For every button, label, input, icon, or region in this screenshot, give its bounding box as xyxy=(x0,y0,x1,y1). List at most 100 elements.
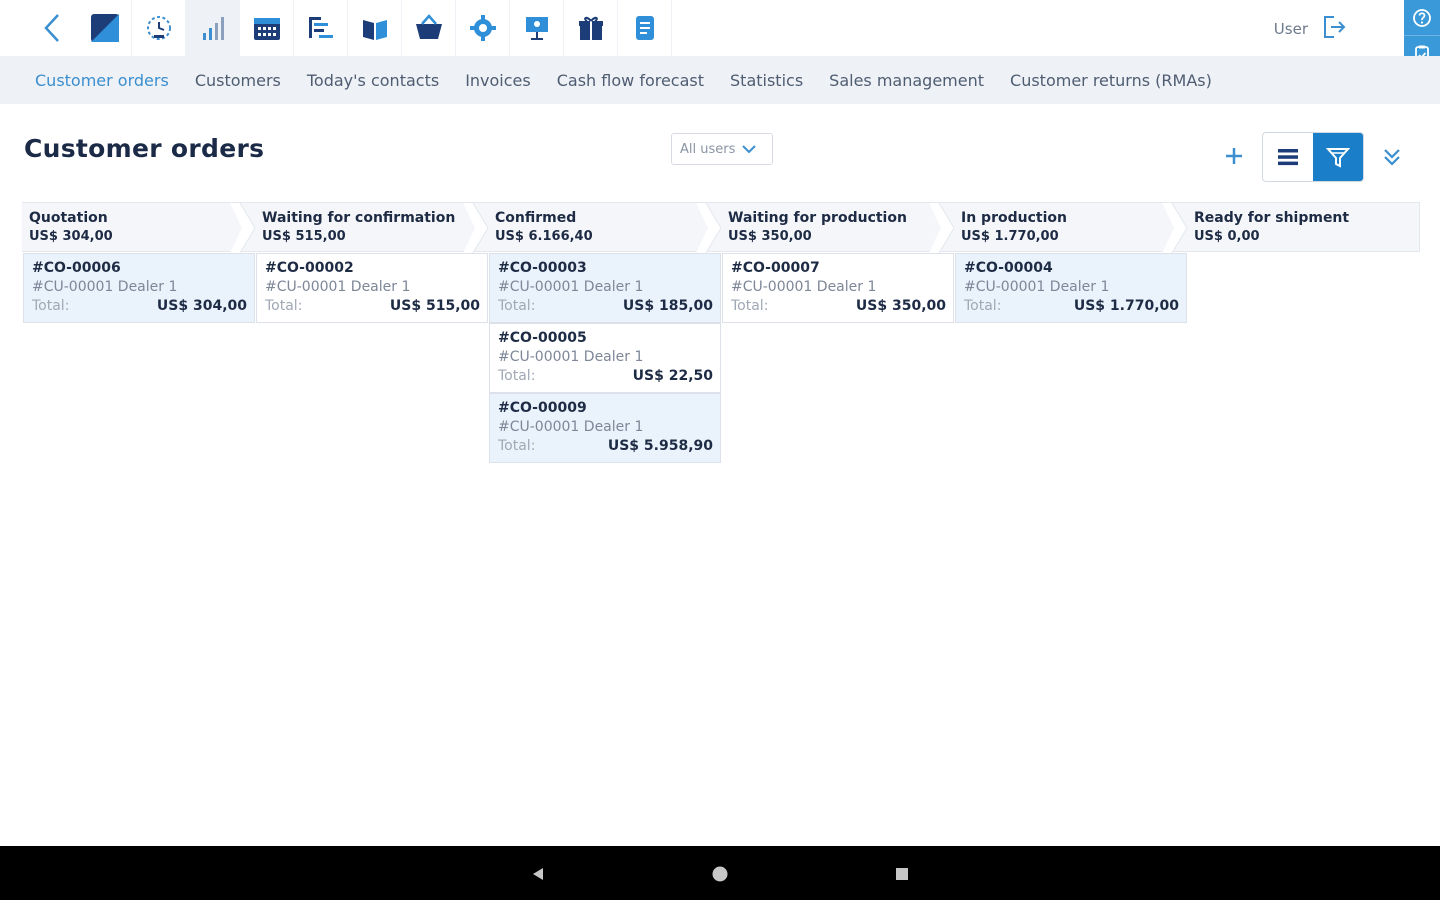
tab-customer-orders[interactable]: Customer orders xyxy=(22,71,182,90)
plus-icon xyxy=(1226,148,1242,164)
back-button[interactable] xyxy=(34,10,70,46)
order-code: #CO-00007 xyxy=(731,260,820,276)
order-card[interactable]: #CO-00003 #CU-00001 Dealer 1 Total: US$ … xyxy=(489,253,721,323)
user-area: User xyxy=(1274,14,1348,44)
module-calendar-button[interactable] xyxy=(240,0,294,56)
module-documents-button[interactable] xyxy=(618,0,672,56)
view-toggle-group xyxy=(1262,132,1364,182)
help-button[interactable] xyxy=(1404,0,1440,36)
stage-name: Ready for shipment xyxy=(1194,210,1350,226)
presentation-icon xyxy=(525,17,548,40)
order-customer: #CU-00001 Dealer 1 xyxy=(731,279,877,295)
stage-total: US$ 304,00 xyxy=(29,229,113,244)
order-total-label: Total: xyxy=(498,438,536,454)
home-circle-icon xyxy=(712,866,728,882)
document-icon xyxy=(635,16,654,40)
module-gifts-button[interactable] xyxy=(564,0,618,56)
dashboard-clock-icon xyxy=(146,16,171,40)
stage-arrow-icon xyxy=(929,203,955,253)
order-card[interactable]: #CO-00007 #CU-00001 Dealer 1 Total: US$ … xyxy=(722,253,954,323)
tab-todays-contacts[interactable]: Today's contacts xyxy=(294,71,452,90)
recents-square-icon xyxy=(896,868,908,880)
logout-button[interactable] xyxy=(1322,14,1348,44)
chevron-down-icon xyxy=(742,145,757,154)
tab-cash-flow-forecast[interactable]: Cash flow forecast xyxy=(544,71,717,90)
tab-customer-returns[interactable]: Customer returns (RMAs) xyxy=(997,71,1225,90)
stage-arrow-icon xyxy=(696,203,722,253)
order-card[interactable]: #CO-00002 #CU-00001 Dealer 1 Total: US$ … xyxy=(256,253,488,323)
stage-header-waiting-production[interactable]: Waiting for production US$ 350,00 xyxy=(721,202,955,253)
module-purchasing-button[interactable] xyxy=(402,0,456,56)
kanban-board: Quotation US$ 304,00 Waiting for confirm… xyxy=(22,202,1420,472)
calendar-icon xyxy=(253,18,280,40)
basket-icon xyxy=(415,14,442,39)
filter-button[interactable] xyxy=(1313,133,1363,181)
order-card[interactable]: #CO-00006 #CU-00001 Dealer 1 Total: US$ … xyxy=(23,253,255,323)
order-total-value: US$ 1.770,00 xyxy=(1073,298,1179,314)
module-presentation-button[interactable] xyxy=(510,0,564,56)
stage-header-ready-shipment[interactable]: Ready for shipment US$ 0,00 xyxy=(1187,202,1420,252)
android-home-button[interactable] xyxy=(706,860,734,888)
user-filter-select[interactable]: All users xyxy=(671,133,773,165)
order-code: #CO-00005 xyxy=(498,330,587,346)
stage-total: US$ 515,00 xyxy=(262,229,346,244)
tab-invoices[interactable]: Invoices xyxy=(452,71,544,90)
stage-header-waiting-confirmation[interactable]: Waiting for confirmation US$ 515,00 xyxy=(255,202,489,253)
stage-name: Waiting for confirmation xyxy=(262,210,456,226)
order-total-label: Total: xyxy=(731,298,769,314)
order-total-label: Total: xyxy=(498,298,536,314)
expand-button[interactable] xyxy=(1378,142,1406,172)
module-production-button[interactable] xyxy=(456,0,510,56)
logout-icon xyxy=(1324,16,1346,38)
module-nav-tabs: Customer orders Customers Today's contac… xyxy=(0,56,1440,104)
order-customer: #CU-00001 Dealer 1 xyxy=(32,279,178,295)
book-icon xyxy=(362,20,387,40)
order-code: #CO-00006 xyxy=(32,260,121,276)
order-total-value: US$ 350,00 xyxy=(855,298,946,314)
stage-name: In production xyxy=(961,210,1067,226)
module-dashboard-button[interactable] xyxy=(132,0,186,56)
order-customer: #CU-00001 Dealer 1 xyxy=(498,279,644,295)
android-back-button[interactable] xyxy=(524,860,552,888)
stage-header-quotation[interactable]: Quotation US$ 304,00 xyxy=(22,202,256,253)
order-card[interactable]: #CO-00005 #CU-00001 Dealer 1 Total: US$ … xyxy=(489,323,721,393)
stage-header-in-production[interactable]: In production US$ 1.770,00 xyxy=(954,202,1188,253)
module-catalog-button[interactable] xyxy=(348,0,402,56)
tab-customers[interactable]: Customers xyxy=(182,71,294,90)
stage-arrow-icon xyxy=(230,203,256,253)
stage-name: Confirmed xyxy=(495,210,577,226)
bar-chart-icon xyxy=(202,17,224,40)
page-title: Customer orders xyxy=(24,134,265,163)
order-total-label: Total: xyxy=(32,298,70,314)
tab-statistics[interactable]: Statistics xyxy=(717,71,816,90)
order-total-value: US$ 22,50 xyxy=(632,368,713,384)
list-tree-icon xyxy=(308,17,333,38)
tab-sales-management[interactable]: Sales management xyxy=(816,71,997,90)
order-total-label: Total: xyxy=(265,298,303,314)
order-card[interactable]: #CO-00004 #CU-00001 Dealer 1 Total: US$ … xyxy=(955,253,1187,323)
order-customer: #CU-00001 Dealer 1 xyxy=(498,349,644,365)
chevron-left-icon xyxy=(44,14,59,42)
module-statistics-button[interactable] xyxy=(186,0,240,56)
order-customer: #CU-00001 Dealer 1 xyxy=(498,419,644,435)
list-view-icon xyxy=(1278,149,1298,166)
app-logo-icon xyxy=(90,14,119,42)
stage-header-confirmed[interactable]: Confirmed US$ 6.166,40 xyxy=(488,202,722,253)
back-triangle-icon xyxy=(533,868,543,880)
stage-total: US$ 6.166,40 xyxy=(495,229,593,244)
list-view-button[interactable] xyxy=(1263,133,1313,181)
order-card[interactable]: #CO-00009 #CU-00001 Dealer 1 Total: US$ … xyxy=(489,393,721,463)
android-recents-button[interactable] xyxy=(888,860,916,888)
gift-icon xyxy=(578,16,603,40)
order-total-label: Total: xyxy=(498,368,536,384)
user-name[interactable]: User xyxy=(1274,20,1308,38)
module-structure-button[interactable] xyxy=(294,0,348,56)
android-navigation-bar xyxy=(0,846,1440,900)
order-total-value: US$ 185,00 xyxy=(622,298,713,314)
double-chevron-down-icon xyxy=(1384,149,1400,166)
stage-total: US$ 1.770,00 xyxy=(961,229,1059,244)
add-order-button[interactable] xyxy=(1218,140,1250,172)
module-logo-button[interactable] xyxy=(78,0,132,56)
order-code: #CO-00002 xyxy=(265,260,354,276)
order-code: #CO-00004 xyxy=(964,260,1053,276)
